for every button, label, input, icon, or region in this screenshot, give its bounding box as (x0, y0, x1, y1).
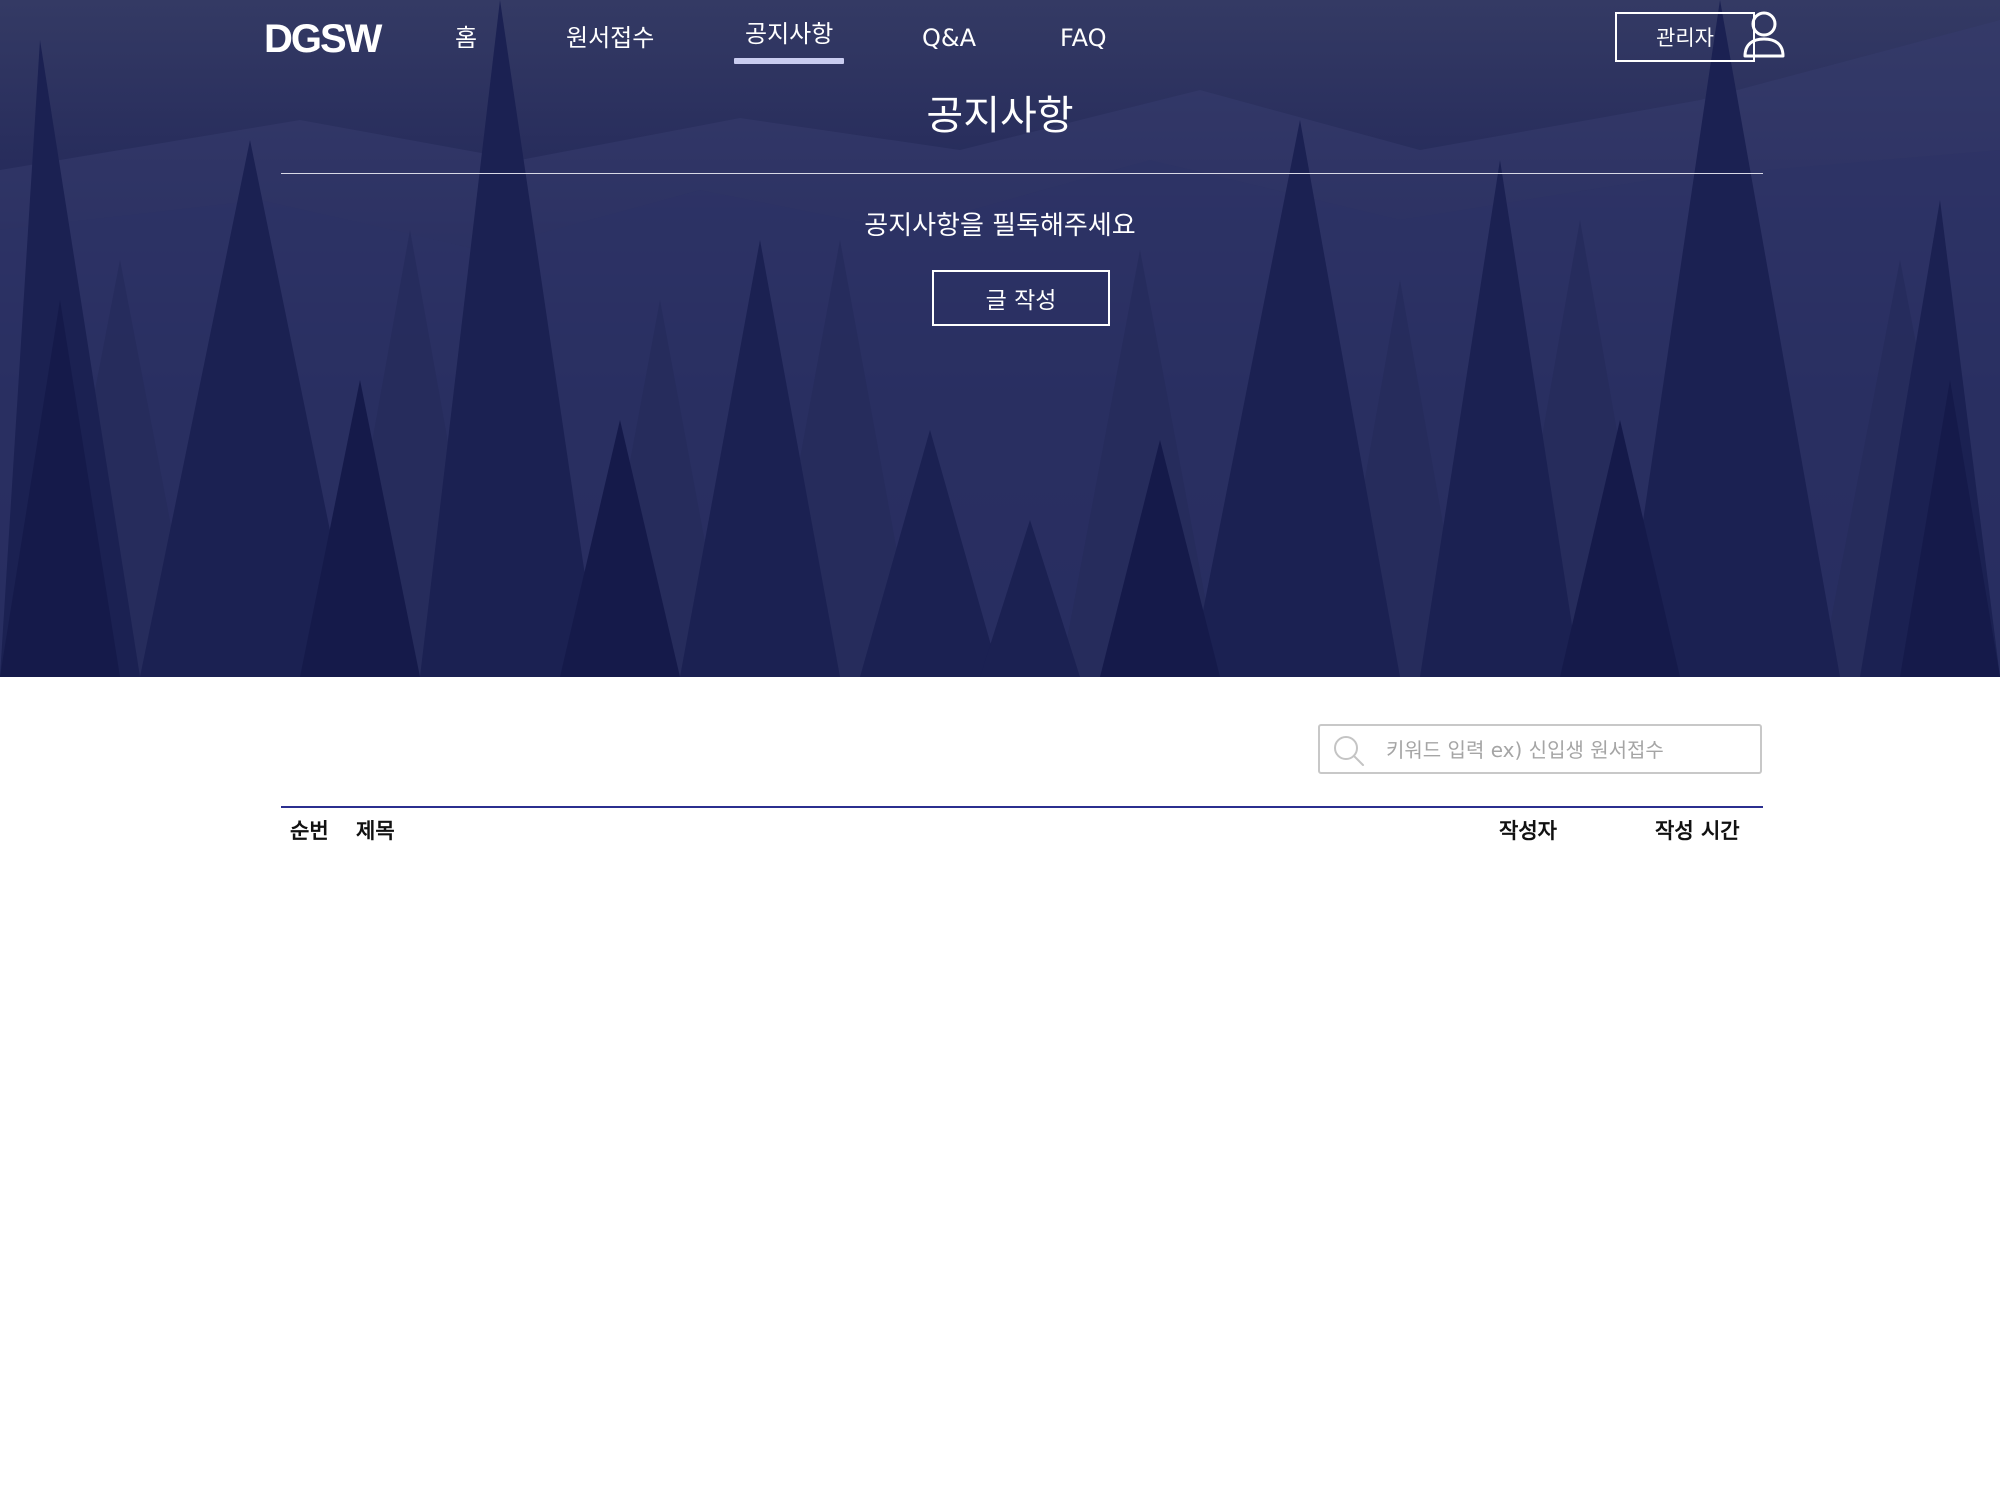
nav-item-faq[interactable]: FAQ (1060, 18, 1107, 58)
nav-item-qna[interactable]: Q&A (922, 18, 976, 58)
page-subtitle: 공지사항을 필독해주세요 (864, 211, 1136, 241)
nav-item-application[interactable]: 원서접수 (566, 18, 654, 58)
admin-button-label: 관리자 (1656, 26, 1714, 50)
write-post-button[interactable]: 글 작성 (932, 270, 1110, 326)
nav-item-notice[interactable]: 공지사항 (733, 14, 845, 64)
user-profile-icon[interactable] (1742, 10, 1786, 58)
top-navigation: DGSW 홈 원서접수 공지사항 Q&A FAQ 관리자 (0, 0, 2000, 80)
admin-button[interactable]: 관리자 (1615, 12, 1755, 62)
search-icon (1334, 736, 1364, 766)
column-header-time: 작성 시간 (1655, 819, 1740, 843)
nav-item-home[interactable]: 홈 (455, 18, 477, 58)
search-box (1318, 724, 1762, 774)
search-input[interactable] (1384, 730, 1748, 770)
site-logo[interactable]: DGSW (264, 14, 382, 64)
column-header-number: 순번 (290, 819, 329, 843)
notice-table-header: 순번 제목 작성자 작성 시간 (281, 806, 1763, 856)
hero-banner: DGSW 홈 원서접수 공지사항 Q&A FAQ 관리자 공지사항 공지사항을 … (0, 0, 2000, 677)
page-title: 공지사항 (926, 93, 1074, 139)
title-divider (281, 173, 1763, 174)
column-header-title: 제목 (356, 819, 395, 843)
column-header-author: 작성자 (1499, 819, 1557, 843)
write-post-button-label: 글 작성 (985, 288, 1057, 314)
